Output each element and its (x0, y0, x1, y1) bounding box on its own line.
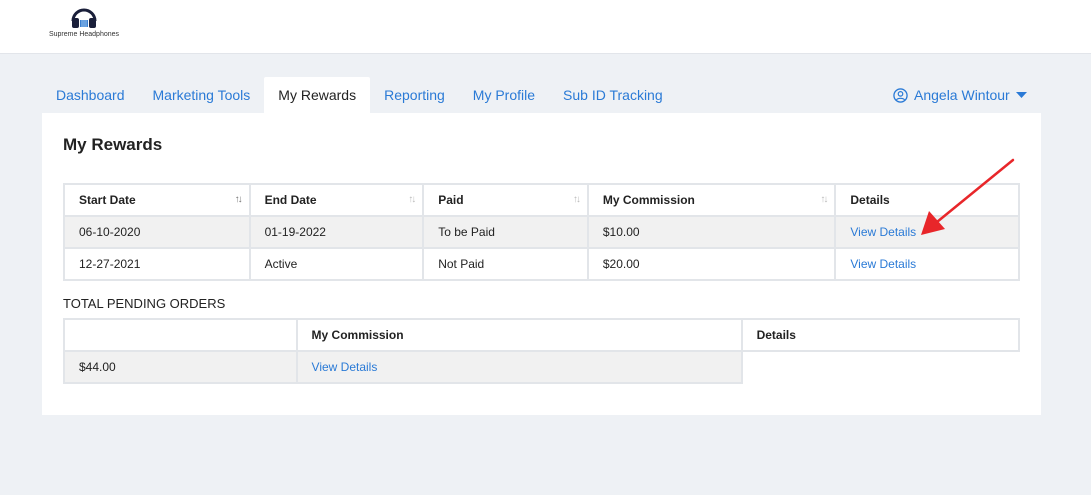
pending-orders-table: My Commission Details $44.00 View Detail… (63, 318, 1021, 384)
start-date-cell: 06-10-2020 (63, 215, 251, 249)
end-date-cell: 01-19-2022 (248, 215, 425, 249)
commission-cell: $10.00 (586, 215, 837, 249)
empty-cell (741, 351, 1019, 383)
pending-amount-cell: $44.00 (63, 350, 298, 384)
paid-cell: Not Paid (422, 247, 589, 281)
table-header-row: My Commission Details (63, 318, 1021, 352)
brand-logo[interactable]: Supreme Headphones (42, 4, 126, 44)
headphones-icon (71, 8, 97, 28)
main-nav-tabs: Dashboard Marketing Tools My Rewards Rep… (42, 77, 677, 113)
brand-name: Supreme Headphones (48, 31, 120, 38)
table-row: 12-27-2021 Active Not Paid $20.00 View D… (63, 247, 1020, 281)
table-row: $44.00 View Details (63, 350, 1019, 384)
rewards-table: Start Date ↑↓ End Date ↑↓ Paid ↑↓ My Commis… (63, 183, 1020, 281)
pending-details-cell: View Details (295, 350, 743, 384)
paid-cell: To be Paid (422, 215, 589, 249)
caret-down-icon (1015, 91, 1027, 98)
table-row: 06-10-2020 01-19-2022 To be Paid $10.00 … (63, 215, 1020, 249)
tab-marketing-tools[interactable]: Marketing Tools (139, 77, 265, 113)
column-header-blank (63, 318, 298, 352)
column-header-details: Details (740, 318, 1021, 352)
end-date-cell: Active (248, 247, 425, 281)
user-name: Angela Wintour (914, 87, 1010, 103)
column-header-end-date[interactable]: End Date ↑↓ (248, 183, 425, 217)
view-details-link[interactable]: View Details (312, 360, 378, 374)
commission-cell: $20.00 (586, 247, 837, 281)
details-cell: View Details (834, 247, 1020, 281)
table-header-row: Start Date ↑↓ End Date ↑↓ Paid ↑↓ My Commis… (63, 183, 1020, 217)
sort-icon: ↑↓ (234, 194, 243, 205)
sort-icon: ↑↓ (572, 194, 581, 205)
view-details-link[interactable]: View Details (850, 225, 916, 239)
start-date-cell: 12-27-2021 (63, 247, 251, 281)
sort-icon: ↑↓ (408, 194, 416, 205)
page-title: My Rewards (63, 135, 163, 154)
column-header-paid[interactable]: Paid ↑↓ (422, 183, 589, 217)
column-header-my-commission[interactable]: My Commission ↑↓ (586, 183, 837, 217)
view-details-link[interactable]: View Details (850, 257, 916, 271)
column-header-start-date[interactable]: Start Date ↑↓ (63, 183, 251, 217)
column-header-my-commission: My Commission (295, 318, 743, 352)
tab-my-profile[interactable]: My Profile (459, 77, 549, 113)
user-circle-icon (893, 87, 908, 103)
total-pending-orders-label: TOTAL PENDING ORDERS (63, 296, 226, 311)
top-bar: Supreme Headphones (0, 0, 1091, 54)
annotation-arrow-icon (921, 158, 1015, 235)
user-menu[interactable]: Angela Wintour (893, 77, 1027, 113)
tab-my-rewards[interactable]: My Rewards (264, 77, 371, 113)
rewards-panel: My Rewards Start Date ↑↓ End Date ↑↓ Paid ↑… (42, 113, 1041, 415)
sort-icon: ↑↓ (820, 194, 828, 205)
tab-dashboard[interactable]: Dashboard (42, 77, 139, 113)
tab-reporting[interactable]: Reporting (370, 77, 459, 113)
tab-sub-id-tracking[interactable]: Sub ID Tracking (549, 77, 677, 113)
